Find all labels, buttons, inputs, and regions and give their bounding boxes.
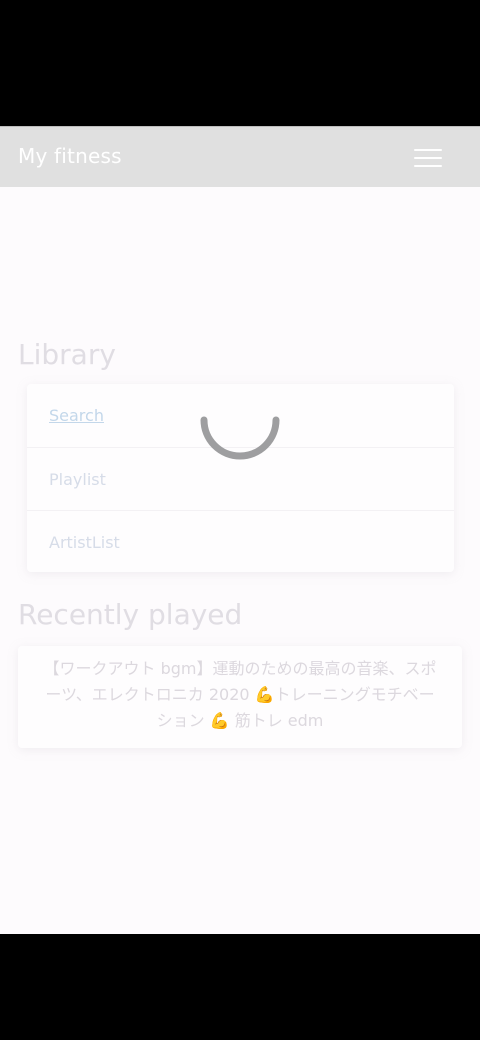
library-list: Search Playlist ArtistList	[27, 384, 454, 572]
menu-line	[414, 149, 442, 151]
top-navbar: My fitness	[0, 126, 480, 187]
library-heading: Library	[18, 338, 116, 371]
recently-played-heading: Recently played	[18, 598, 243, 631]
loading-spinner-icon	[200, 416, 280, 460]
menu-line	[414, 157, 442, 159]
menu-line	[414, 165, 442, 167]
recently-played-item[interactable]: 【ワークアウト bgm】運動のための最高の音楽、スポーツ、エレクトロニカ 202…	[18, 646, 462, 748]
app-title[interactable]: My fitness	[18, 144, 122, 168]
app-screen: My fitness Library Search Playlist Artis…	[0, 126, 480, 934]
library-item-artistlist[interactable]: ArtistList	[27, 510, 454, 573]
hamburger-menu-icon[interactable]	[414, 147, 450, 171]
recently-played-track-title: 【ワークアウト bgm】運動のための最高の音楽、スポーツ、エレクトロニカ 202…	[43, 659, 437, 730]
